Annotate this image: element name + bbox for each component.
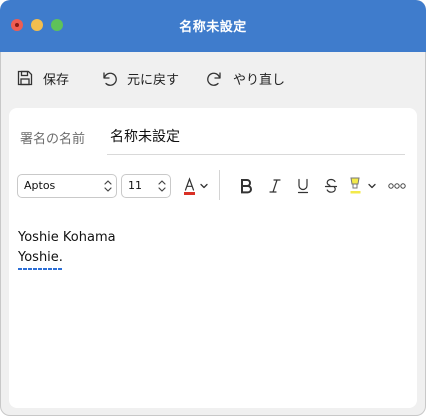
signature-line-misspelled: Yoshie. bbox=[18, 248, 63, 270]
signature-name-label: 署名の名前 bbox=[20, 132, 86, 147]
save-label: 保存 bbox=[43, 72, 70, 88]
signature-line: Yoshie Kohama bbox=[18, 230, 116, 245]
signature-name-input[interactable]: 名称未設定 bbox=[110, 126, 180, 146]
bold-icon bbox=[241, 179, 252, 194]
signature-name-underline bbox=[107, 154, 405, 155]
title-bar: 名称未設定 bbox=[0, 0, 426, 52]
save-button[interactable]: 保存 bbox=[16, 66, 69, 90]
font-family-value: Aptos bbox=[24, 179, 56, 192]
signature-editor-panel: 署名の名前 名称未設定 Aptos 11 Yoshie Kohama Yoshi… bbox=[9, 108, 417, 408]
chevron-down-icon bbox=[200, 183, 208, 189]
toolbar-divider bbox=[219, 170, 220, 200]
font-color-button[interactable] bbox=[179, 175, 213, 197]
save-icon bbox=[17, 70, 33, 86]
undo-button[interactable]: 元に戻す bbox=[100, 66, 179, 90]
toolbar: 保存 元に戻す やり直し bbox=[0, 52, 426, 106]
redo-icon bbox=[207, 72, 221, 86]
highlight-button[interactable] bbox=[347, 176, 383, 196]
strikethrough-button[interactable] bbox=[321, 176, 341, 196]
underline-icon bbox=[297, 178, 309, 194]
italic-button[interactable] bbox=[265, 176, 285, 196]
highlighter-icon bbox=[350, 177, 376, 194]
window-title: 名称未設定 bbox=[179, 20, 247, 35]
signature-window: 名称未設定 保存 元に戻す やり直し 署名の名前 名称未設定 Aptos 11 … bbox=[0, 0, 426, 416]
strikethrough-icon bbox=[324, 178, 338, 193]
format-toolbar: Aptos 11 bbox=[17, 170, 409, 200]
chevron-down-icon bbox=[368, 183, 376, 189]
more-options-button[interactable] bbox=[387, 176, 407, 196]
signature-body-editor[interactable]: Yoshie Kohama Yoshie. bbox=[18, 228, 116, 270]
italic-icon bbox=[269, 179, 281, 193]
bold-button[interactable] bbox=[236, 176, 256, 196]
stepper-icon bbox=[104, 180, 112, 192]
underline-button[interactable] bbox=[293, 176, 313, 196]
font-size-value: 11 bbox=[128, 179, 142, 192]
redo-button[interactable]: やり直し bbox=[206, 66, 285, 90]
font-family-select[interactable]: Aptos bbox=[17, 174, 117, 198]
redo-label: やり直し bbox=[233, 72, 286, 88]
undo-icon bbox=[103, 72, 117, 86]
font-size-select[interactable]: 11 bbox=[121, 174, 171, 198]
font-color-icon bbox=[184, 177, 195, 195]
more-icon bbox=[388, 183, 406, 189]
undo-label: 元に戻す bbox=[127, 72, 180, 88]
stepper-icon bbox=[158, 180, 166, 192]
